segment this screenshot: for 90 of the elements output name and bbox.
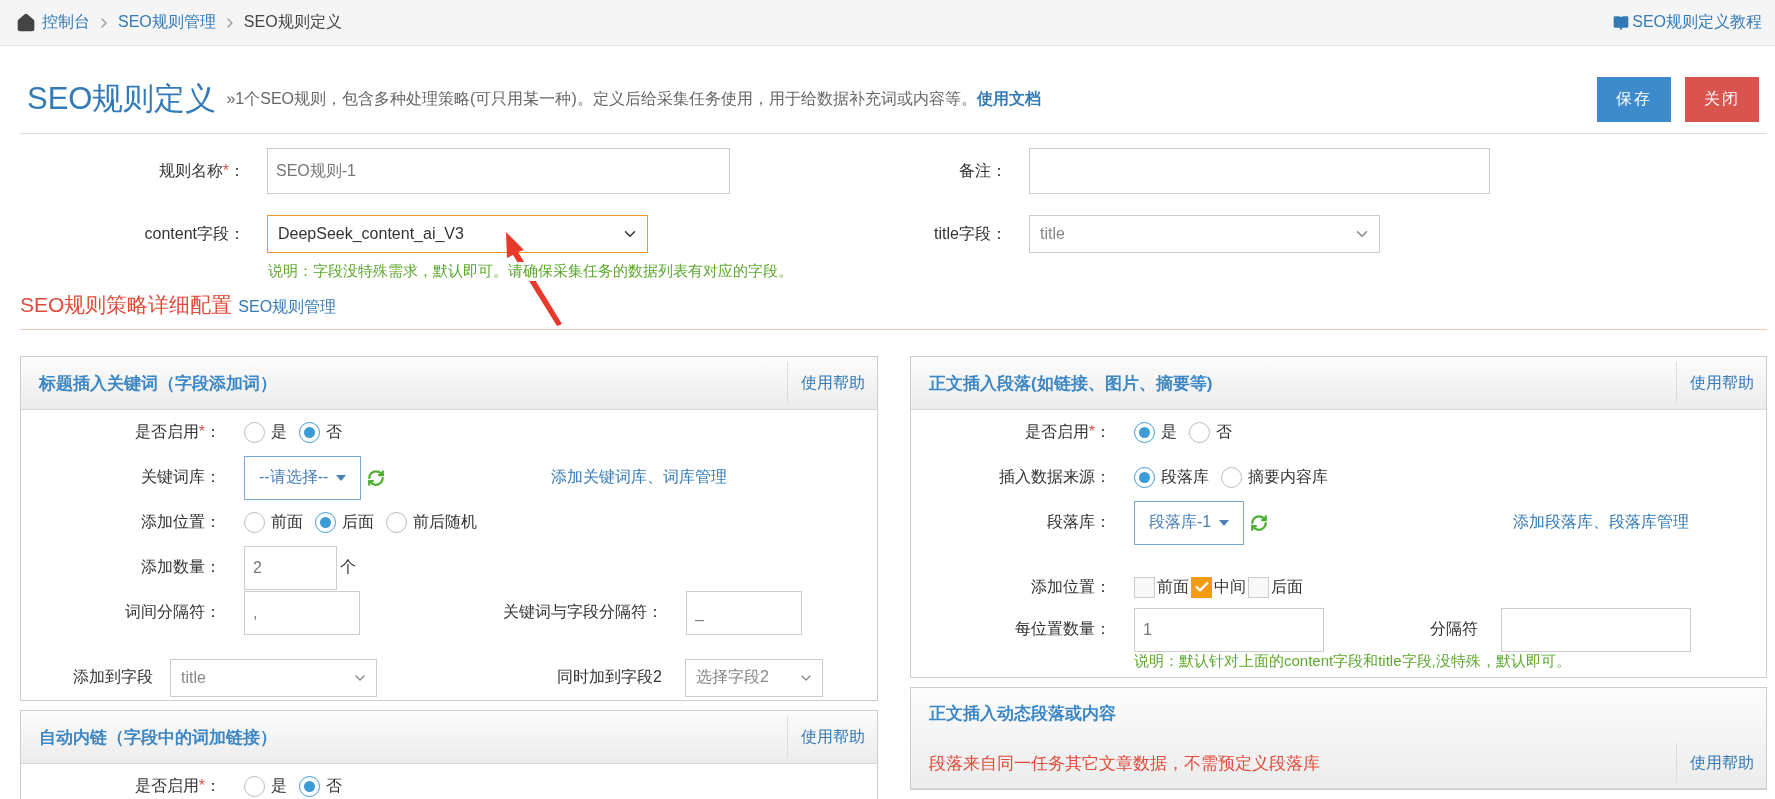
- checkbox[interactable]: [1248, 576, 1269, 598]
- field-label: 分隔符: [1430, 619, 1478, 639]
- checkbox-option[interactable]: 后面: [1248, 576, 1303, 598]
- radio-option[interactable]: 否: [299, 422, 342, 443]
- field-label: 是否启用*：: [133, 422, 221, 442]
- select-field[interactable]: DeepSeek_content_ai_V3: [267, 215, 648, 253]
- unit-label: 个: [340, 557, 356, 577]
- input-field[interactable]: 2: [244, 545, 337, 590]
- close-button[interactable]: 关闭: [1685, 76, 1759, 122]
- field-label: 备注：: [958, 160, 1007, 181]
- caret-icon: [336, 474, 347, 481]
- radio-option[interactable]: 前面: [244, 512, 303, 533]
- panel-title: 标题插入关键词（字段添加词）: [37, 372, 278, 395]
- select-field[interactable]: title: [1029, 215, 1380, 253]
- radio-option[interactable]: 摘要内容库: [1221, 467, 1328, 488]
- input-field[interactable]: [1029, 148, 1490, 194]
- radio-icon[interactable]: [299, 422, 320, 443]
- docs-link[interactable]: 使用文档: [976, 89, 1041, 107]
- field-label: 插入数据来源：: [998, 467, 1111, 487]
- select-field[interactable]: 选择字段2: [685, 658, 823, 697]
- radio-icon[interactable]: [315, 512, 336, 533]
- radio-option[interactable]: 否: [299, 776, 342, 797]
- field-label: content字段：: [143, 223, 245, 244]
- field-label: 关键词与字段分隔符：: [503, 602, 663, 622]
- field-label: 是否启用*：: [133, 776, 221, 796]
- field-label: 添加位置：: [140, 512, 221, 532]
- panel-title: 自动内链（字段中的词加链接）: [38, 726, 278, 749]
- field-label: 每位置数量：: [1014, 619, 1111, 639]
- checkbox[interactable]: [1191, 576, 1212, 598]
- breadcrumb-link[interactable]: SEO规则管理: [118, 12, 216, 33]
- radio-option[interactable]: 是: [1134, 422, 1177, 443]
- radio-icon[interactable]: [244, 776, 265, 797]
- checkbox-option[interactable]: 前面: [1134, 576, 1189, 598]
- caret-icon: [1219, 519, 1230, 526]
- page-description: »1个SEO规则，包含多种处理策略(可只用某一种)。定义后给采集任务使用，用于给数据补充词或内容等。使用文档: [226, 88, 1041, 109]
- book-icon: [1613, 14, 1630, 31]
- checkbox-option[interactable]: 中间: [1191, 576, 1246, 598]
- field-label: 同时加到字段2: [557, 667, 662, 687]
- select-field[interactable]: title: [170, 658, 377, 697]
- radio-icon[interactable]: [299, 776, 320, 797]
- help-link[interactable]: 使用帮助: [1676, 362, 1766, 404]
- panel-title: 正文插入段落(如链接、图片、摘要等): [928, 372, 1214, 395]
- tutorial-link[interactable]: SEO规则定义教程: [1613, 12, 1762, 33]
- radio-option[interactable]: 是: [244, 776, 287, 797]
- help-link[interactable]: 使用帮助: [1676, 743, 1766, 783]
- radio-icon[interactable]: [386, 512, 407, 533]
- radio-option[interactable]: 段落库: [1134, 467, 1209, 488]
- dropdown-button[interactable]: 段落库-1: [1134, 500, 1245, 545]
- checkbox[interactable]: [1134, 576, 1155, 598]
- breadcrumb-current: SEO规则定义: [243, 12, 342, 32]
- radio-icon[interactable]: [1189, 422, 1210, 443]
- field-label: 关键词库：: [140, 467, 221, 487]
- field-label: 规则名称*：: [157, 160, 245, 181]
- radio-option[interactable]: 后面: [315, 512, 374, 533]
- panel-subtitle: 段落来自同一任务其它文章数据，不需预定义段落库: [928, 752, 1321, 775]
- breadcrumb-link[interactable]: 控制台: [42, 12, 90, 33]
- section-link[interactable]: SEO规则管理: [238, 297, 337, 318]
- input-field[interactable]: [1501, 607, 1691, 652]
- radio-icon[interactable]: [1221, 467, 1242, 488]
- input-field[interactable]: 1: [1134, 607, 1324, 652]
- help-link[interactable]: 使用帮助: [787, 716, 877, 758]
- field-label: 段落库：: [1046, 512, 1111, 532]
- panel-title: 正文插入动态段落或内容: [928, 702, 1117, 725]
- radio-icon[interactable]: [1134, 422, 1155, 443]
- field-label: 添加到字段: [72, 667, 153, 687]
- radio-option[interactable]: 前后随机: [386, 512, 477, 533]
- refresh-icon[interactable]: [367, 468, 386, 487]
- input-field[interactable]: ,: [244, 590, 360, 635]
- refresh-icon[interactable]: [1250, 513, 1269, 532]
- manage-link[interactable]: 添加关键词库、词库管理: [551, 467, 727, 488]
- radio-icon[interactable]: [244, 512, 265, 533]
- home-icon: [16, 12, 36, 33]
- radio-option[interactable]: 是: [244, 422, 287, 443]
- dropdown-button[interactable]: --请选择--: [244, 455, 362, 500]
- section-heading: SEO规则策略详细配置: [20, 292, 233, 318]
- field-label: 是否启用*：: [1023, 422, 1111, 442]
- save-button[interactable]: 保存: [1597, 76, 1671, 122]
- field-label: 添加数量：: [140, 557, 221, 577]
- field-label: title字段：: [933, 223, 1007, 244]
- field-label: 添加位置：: [1030, 576, 1111, 597]
- help-link[interactable]: 使用帮助: [787, 362, 877, 404]
- input-field[interactable]: SEO规则-1: [267, 148, 730, 194]
- page-title: SEO规则定义: [27, 80, 217, 118]
- radio-icon[interactable]: [1134, 467, 1155, 488]
- hint-text: 说明：默认针对上面的content字段和title字段,没特殊，默认即可。: [1133, 652, 1572, 671]
- field-label: 词间分隔符：: [124, 602, 221, 622]
- manage-link[interactable]: 添加段落库、段落库管理: [1513, 512, 1689, 533]
- input-field[interactable]: _: [686, 590, 802, 635]
- radio-icon[interactable]: [244, 422, 265, 443]
- radio-option[interactable]: 否: [1189, 422, 1232, 443]
